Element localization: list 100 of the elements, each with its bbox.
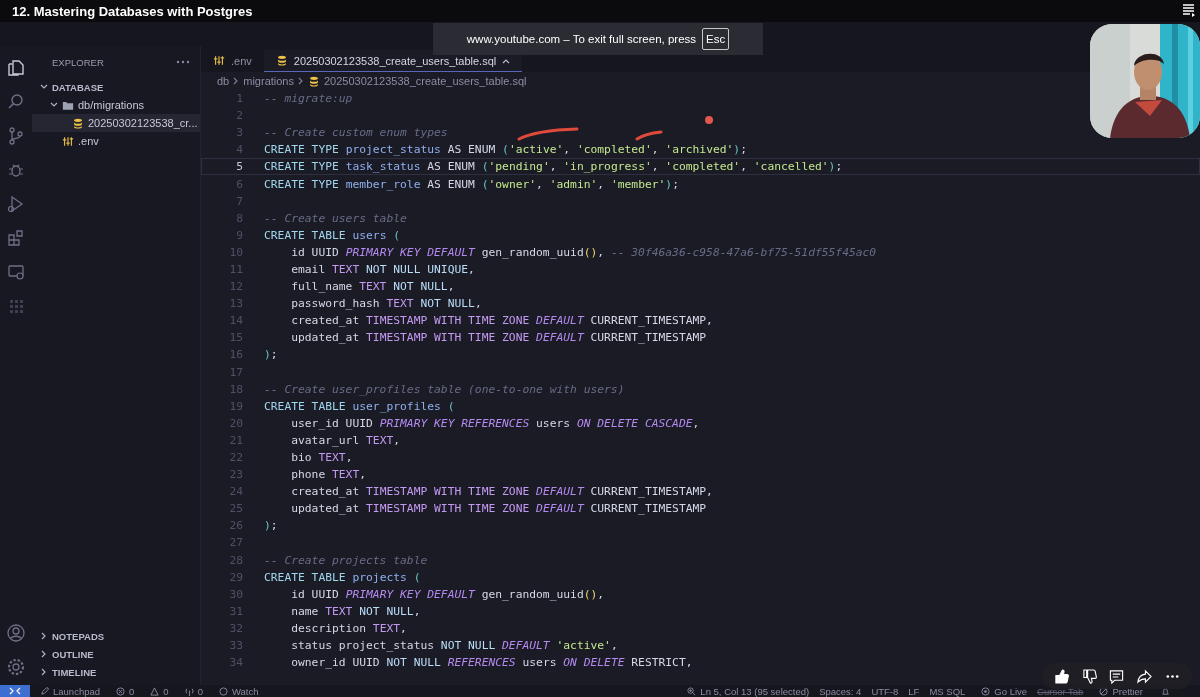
chevron-icon	[298, 77, 304, 85]
ports-count[interactable]: 0	[197, 685, 203, 697]
code-line: phone TEXT,	[290, 468, 367, 482]
broadcast-icon	[981, 686, 991, 696]
line-number: 24	[228, 485, 243, 499]
code-line: status project_status NOT NULL DEFAULT 'active',	[290, 639, 618, 653]
breadcrumb-item[interactable]: migrations	[243, 75, 294, 87]
code-line: CREATE TABLE projects (	[264, 570, 421, 584]
code-line: full_name TEXT NOT NULL,	[290, 280, 455, 294]
thumbs-up-icon[interactable]	[1054, 668, 1070, 684]
status-item[interactable]: UTF-8	[871, 685, 899, 697]
status-item[interactable]: MS SQL	[929, 685, 966, 697]
code-line: name TEXT NOT NULL,	[290, 604, 421, 618]
editor-tab[interactable]: 20250302123538_create_users_table.sql	[263, 50, 523, 72]
line-number: 9	[235, 228, 243, 242]
line-number: 26	[228, 519, 243, 533]
line-number: 8	[235, 211, 243, 225]
line-number: 3	[235, 126, 243, 140]
key-cap: Esc	[702, 28, 730, 50]
remote-explorer-icon[interactable]	[6, 262, 26, 282]
code-line: description TEXT,	[290, 621, 407, 635]
sliders-icon	[213, 55, 225, 66]
caret-icon[interactable]	[502, 57, 511, 64]
code-line: avatar_url TEXT,	[290, 433, 401, 447]
status-item[interactable]: LF	[908, 685, 920, 697]
source-control-icon[interactable]	[6, 126, 26, 146]
panel-header[interactable]: NOTEPADS	[32, 627, 200, 645]
tree-item[interactable]: 20250302123538_cr...	[32, 114, 200, 132]
explorer-title: EXPLORER	[52, 56, 104, 68]
line-number: 1	[235, 92, 243, 106]
more-icon[interactable]	[176, 60, 190, 64]
code-line: user_id UUID PRIMARY KEY REFERENCES users ON DELETE CASCADE,	[290, 416, 700, 430]
editor-tab[interactable]: .env	[201, 50, 264, 72]
line-number: 19	[228, 399, 243, 413]
folder-icon	[62, 99, 74, 111]
status-item[interactable]: Go Live	[994, 685, 1028, 697]
section-header[interactable]: DATABASE	[32, 78, 200, 96]
launchpad-status[interactable]: Launchpad	[53, 685, 101, 697]
warning-count[interactable]: 0	[163, 685, 169, 697]
line-number: 4	[235, 143, 243, 157]
extensions-icon[interactable]	[6, 228, 26, 248]
line-number: 16	[228, 348, 243, 362]
video-title: 12. Mastering Databases with Postgres	[12, 3, 253, 19]
line-number: 27	[228, 536, 243, 550]
line-number: 30	[228, 587, 243, 601]
code-line: CREATE TABLE user_profiles (	[264, 399, 455, 413]
line-number: 11	[228, 263, 243, 276]
code-line: -- Create custom enum types	[264, 126, 448, 140]
breadcrumb-item[interactable]: 20250302123538_create_users_table.sql	[324, 75, 527, 87]
code-line: owner_id UUID NOT NULL REFERENCES users ON DELETE RESTRICT,	[290, 656, 693, 670]
line-number: 18	[228, 382, 243, 396]
files-icon[interactable]	[6, 58, 26, 78]
line-number: 32	[228, 621, 243, 635]
line-number: 33	[228, 639, 243, 653]
code-line: bio TEXT,	[290, 451, 353, 464]
database-icon	[275, 55, 288, 66]
tree-item[interactable]: .env	[32, 132, 200, 150]
line-number: 34	[228, 656, 243, 670]
thumbs-down-icon[interactable]	[1081, 668, 1097, 684]
line-number: 28	[228, 553, 243, 567]
panel-header[interactable]: OUTLINE	[32, 645, 200, 663]
line-number: 5	[235, 160, 243, 174]
line-number: 21	[228, 433, 243, 447]
code-line: id UUID PRIMARY KEY DEFAULT gen_random_uuid(),	[290, 587, 605, 601]
bell-icon[interactable]	[1161, 686, 1170, 696]
panel-header[interactable]: TIMELINE	[32, 663, 200, 681]
line-number: 29	[228, 570, 243, 584]
chevron-icon	[50, 101, 58, 109]
code-line: );	[264, 519, 278, 533]
comment-icon[interactable]	[1109, 668, 1125, 684]
pen-stroke	[517, 127, 579, 141]
database-icon	[308, 75, 320, 87]
account-icon[interactable]	[6, 623, 26, 643]
status-item[interactable]: Prettier	[1112, 685, 1143, 697]
code-line: created_at TIMESTAMP WITH TIME ZONE DEFAULT CURRENT_TIMESTAMP,	[290, 314, 713, 328]
error-count[interactable]: 0	[129, 685, 135, 697]
settings-icon[interactable]	[6, 657, 26, 677]
error-icon	[116, 686, 126, 696]
code-line: -- Create user_profiles table (one-to-one with users)	[264, 382, 625, 396]
line-number: 15	[228, 331, 243, 345]
line-number: 6	[235, 177, 243, 191]
zoom-icon[interactable]	[687, 686, 697, 696]
watch-status[interactable]: Watch	[231, 685, 259, 697]
code-line: CREATE TYPE member_role AS ENUM ('owner', 'admin', 'member');	[264, 177, 679, 191]
status-item[interactable]: Spaces: 4	[819, 685, 862, 697]
line-number: 10	[228, 245, 243, 259]
share-icon[interactable]	[1137, 668, 1153, 684]
status-item[interactable]: Ln 5, Col 13 (95 selected)	[700, 685, 810, 697]
sliders-icon	[62, 135, 74, 147]
queue-icon[interactable]	[1182, 3, 1196, 17]
line-number: 13	[228, 297, 243, 311]
line-number: 2	[235, 109, 243, 123]
antenna-icon	[184, 686, 194, 696]
warning-icon	[150, 686, 160, 696]
code-line: email TEXT NOT NULL UNIQUE,	[290, 263, 475, 276]
remote-icon[interactable]	[0, 685, 30, 697]
line-number: 17	[228, 365, 243, 379]
breadcrumb-item[interactable]: db	[217, 75, 230, 87]
tree-item[interactable]: db/migrations	[32, 96, 200, 114]
toast-message: www.youtube.com – To exit full screen, press	[466, 33, 697, 45]
